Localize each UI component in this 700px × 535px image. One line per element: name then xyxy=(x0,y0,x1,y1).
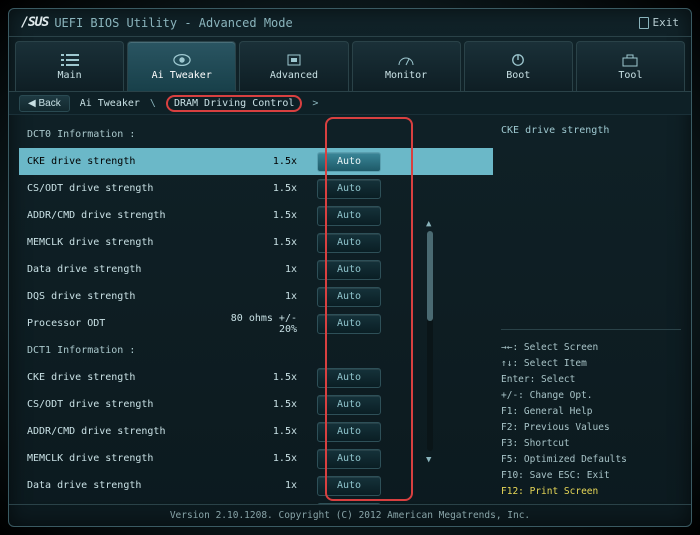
setting-value: 1.5x xyxy=(217,426,317,437)
eye-icon xyxy=(173,53,191,67)
setting-row[interactable]: DQS drive strength1xAuto xyxy=(19,499,493,504)
scrollbar[interactable]: ▲ ▼ xyxy=(427,231,433,451)
auto-button[interactable]: Auto xyxy=(317,476,381,496)
auto-button[interactable]: Auto xyxy=(317,503,381,505)
help-line: +/-: Change Opt. xyxy=(501,388,681,404)
setting-row[interactable]: Processor ODT80 ohms +/- 20%Auto xyxy=(19,310,493,337)
setting-label: CKE drive strength xyxy=(27,372,217,383)
tab-ai-tweaker[interactable]: Ai Tweaker xyxy=(127,41,236,91)
chevron-right-icon: > xyxy=(312,98,318,109)
setting-label: CS/ODT drive strength xyxy=(27,183,217,194)
setting-row[interactable]: MEMCLK drive strength1.5xAuto xyxy=(19,229,493,256)
scroll-down-icon[interactable]: ▼ xyxy=(426,455,434,463)
gauge-icon xyxy=(397,53,415,67)
setting-value: 1.5x xyxy=(217,399,317,410)
help-line: F10: Save ESC: Exit xyxy=(501,468,681,484)
setting-label: Data drive strength xyxy=(27,264,217,275)
setting-row[interactable]: DQS drive strength1xAuto xyxy=(19,283,493,310)
setting-row[interactable]: Data drive strength1xAuto xyxy=(19,256,493,283)
auto-button[interactable]: Auto xyxy=(317,449,381,469)
help-panel: →←: Select Screen↑↓: Select ItemEnter: S… xyxy=(501,329,681,500)
tab-label: Advanced xyxy=(270,70,318,81)
auto-button[interactable]: Auto xyxy=(317,233,381,253)
list-icon xyxy=(61,53,79,67)
help-line: F3: Shortcut xyxy=(501,436,681,452)
setting-row[interactable]: CS/ODT drive strength1.5xAuto xyxy=(19,175,493,202)
setting-value: 1.5x xyxy=(217,210,317,221)
power-icon xyxy=(509,53,527,67)
setting-row[interactable]: Data drive strength1xAuto xyxy=(19,472,493,499)
auto-button[interactable]: Auto xyxy=(317,287,381,307)
help-line: ↑↓: Select Item xyxy=(501,356,681,372)
auto-button[interactable]: Auto xyxy=(317,206,381,226)
help-line: Enter: Select xyxy=(501,372,681,388)
setting-row[interactable]: MEMCLK drive strength1.5xAuto xyxy=(19,445,493,472)
exit-button[interactable]: Exit xyxy=(639,16,680,29)
setting-label: CKE drive strength xyxy=(27,156,217,167)
setting-row[interactable]: CKE drive strength1.5xAuto xyxy=(19,148,493,175)
setting-value: 1.5x xyxy=(217,372,317,383)
auto-button[interactable]: Auto xyxy=(317,314,381,334)
setting-label: DQS drive strength xyxy=(27,291,217,302)
setting-value: 1.5x xyxy=(217,453,317,464)
setting-row[interactable]: ADDR/CMD drive strength1.5xAuto xyxy=(19,202,493,229)
setting-value: 80 ohms +/- 20% xyxy=(217,313,317,335)
section-header: DCT0 Information : xyxy=(19,121,493,148)
auto-button[interactable]: Auto xyxy=(317,368,381,388)
auto-button[interactable]: Auto xyxy=(317,152,381,172)
setting-label: MEMCLK drive strength xyxy=(27,453,217,464)
toolbox-icon xyxy=(621,53,639,67)
setting-label: ADDR/CMD drive strength xyxy=(27,426,217,437)
setting-value: 1x xyxy=(217,264,317,275)
scrollbar-thumb[interactable] xyxy=(427,231,433,321)
tab-main[interactable]: Main xyxy=(15,41,124,91)
breadcrumb-item[interactable]: Ai Tweaker xyxy=(80,98,140,109)
help-line-highlight: F12: Print Screen xyxy=(501,484,681,500)
tab-advanced[interactable]: Advanced xyxy=(239,41,348,91)
help-line: F5: Optimized Defaults xyxy=(501,452,681,468)
setting-value: 1.5x xyxy=(217,156,317,167)
breadcrumb-current: DRAM Driving Control xyxy=(166,95,302,112)
setting-label: CS/ODT drive strength xyxy=(27,399,217,410)
auto-button[interactable]: Auto xyxy=(317,179,381,199)
tab-label: Monitor xyxy=(385,70,427,81)
setting-label: Processor ODT xyxy=(27,318,217,329)
section-header: DCT1 Information : xyxy=(19,337,493,364)
help-line: →←: Select Screen xyxy=(501,340,681,356)
scroll-up-icon[interactable]: ▲ xyxy=(426,219,434,227)
setting-label: Data drive strength xyxy=(27,480,217,491)
setting-row[interactable]: ADDR/CMD drive strength1.5xAuto xyxy=(19,418,493,445)
breadcrumb: ◀ Back Ai Tweaker \ DRAM Driving Control… xyxy=(9,91,691,115)
setting-row[interactable]: CS/ODT drive strength1.5xAuto xyxy=(19,391,493,418)
setting-value: 1x xyxy=(217,291,317,302)
auto-button[interactable]: Auto xyxy=(317,260,381,280)
setting-label: ADDR/CMD drive strength xyxy=(27,210,217,221)
tab-tool[interactable]: Tool xyxy=(576,41,685,91)
chip-icon xyxy=(285,53,303,67)
info-title: CKE drive strength xyxy=(501,121,681,144)
tab-label: Boot xyxy=(506,70,530,81)
footer-text: Version 2.10.1208. Copyright (C) 2012 Am… xyxy=(9,504,691,526)
setting-value: 1.5x xyxy=(217,237,317,248)
setting-row[interactable]: CKE drive strength1.5xAuto xyxy=(19,364,493,391)
tab-bar: Main Ai Tweaker Advanced Monitor Boot To… xyxy=(9,37,691,91)
setting-label: MEMCLK drive strength xyxy=(27,237,217,248)
app-title: UEFI BIOS Utility - Advanced Mode xyxy=(54,16,292,30)
auto-button[interactable]: Auto xyxy=(317,422,381,442)
tab-monitor[interactable]: Monitor xyxy=(352,41,461,91)
help-line: F1: General Help xyxy=(501,404,681,420)
tab-label: Main xyxy=(58,70,82,81)
setting-value: 1x xyxy=(217,480,317,491)
tab-label: Tool xyxy=(618,70,642,81)
chevron-right-icon: \ xyxy=(150,98,156,109)
help-line: F2: Previous Values xyxy=(501,420,681,436)
setting-value: 1.5x xyxy=(217,183,317,194)
auto-button[interactable]: Auto xyxy=(317,395,381,415)
exit-icon xyxy=(639,17,649,29)
brand-logo: /SUS xyxy=(21,15,48,30)
back-button[interactable]: ◀ Back xyxy=(19,95,70,112)
exit-label: Exit xyxy=(653,16,680,29)
tab-label: Ai Tweaker xyxy=(152,70,212,81)
tab-boot[interactable]: Boot xyxy=(464,41,573,91)
